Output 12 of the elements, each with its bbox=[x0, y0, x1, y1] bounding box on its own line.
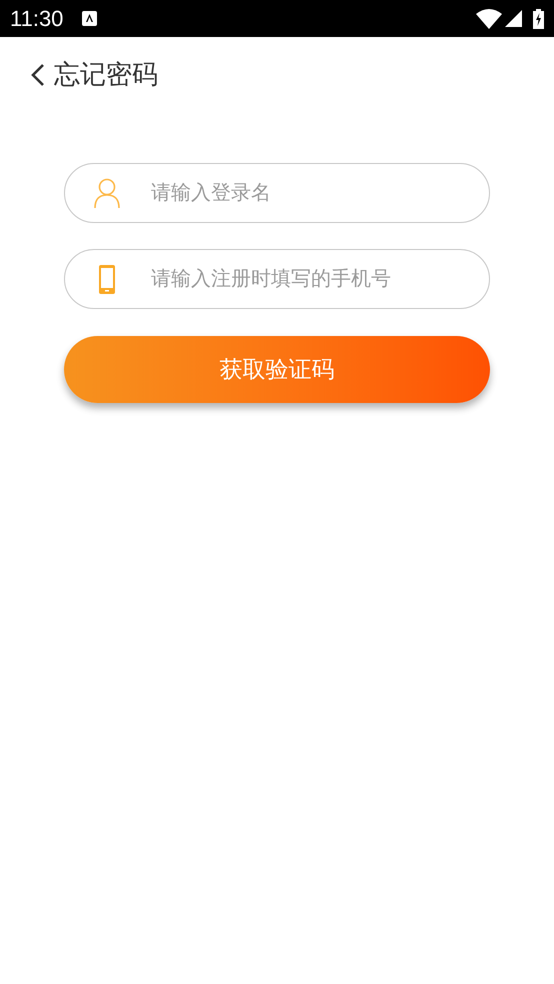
page-title: 忘记密码 bbox=[54, 58, 158, 91]
back-icon[interactable] bbox=[30, 62, 46, 86]
status-time: 11:30 bbox=[10, 8, 64, 30]
user-icon bbox=[94, 178, 120, 208]
battery-icon bbox=[533, 8, 544, 28]
phone-icon bbox=[99, 264, 115, 294]
input-field[interactable]: 请输入注册时填写的手机号 bbox=[64, 249, 490, 309]
input-field[interactable]: 请输入登录名 bbox=[64, 163, 490, 223]
get-code-button[interactable]: 获取验证码 bbox=[64, 336, 490, 403]
wifi-icon bbox=[476, 8, 502, 28]
signal-icon bbox=[505, 10, 522, 27]
notification-icon bbox=[82, 11, 98, 26]
